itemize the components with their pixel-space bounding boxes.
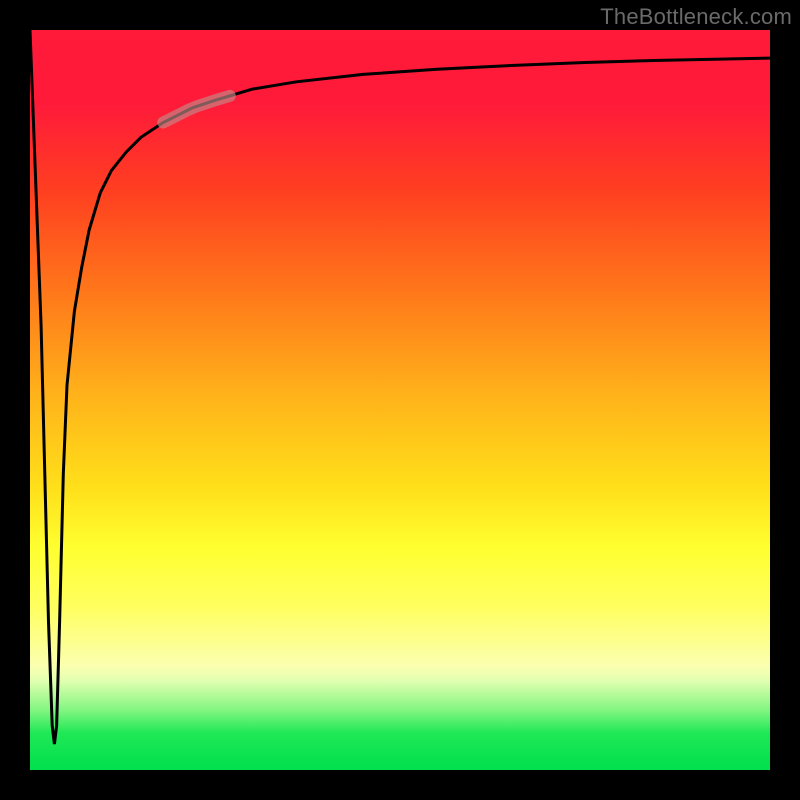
bottleneck-chart-figure: TheBottleneck.com bbox=[0, 0, 800, 800]
bottleneck-curve-path bbox=[30, 30, 770, 744]
plot-area bbox=[30, 30, 770, 770]
highlighted-segment-path bbox=[163, 96, 230, 123]
curve-svg bbox=[30, 30, 770, 770]
source-label: TheBottleneck.com bbox=[600, 4, 792, 30]
